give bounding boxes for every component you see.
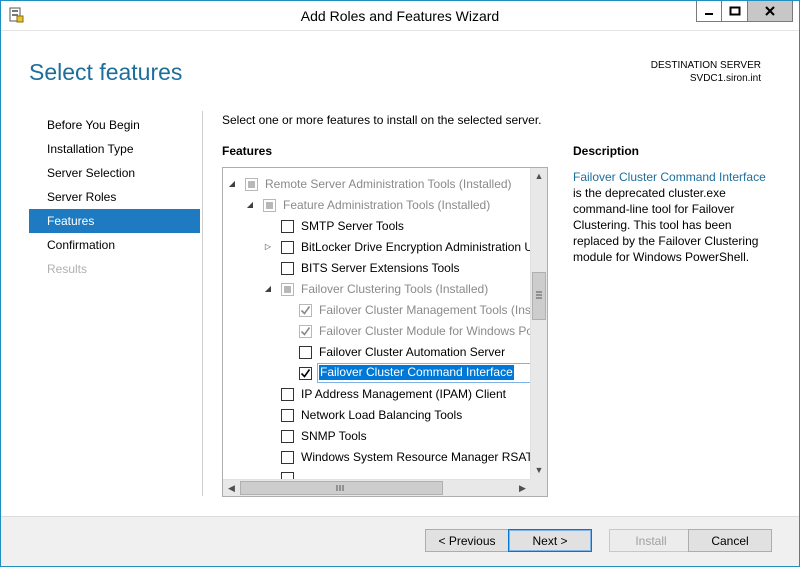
vertical-scrollbar[interactable]: ▲ ▼ (530, 168, 547, 479)
tree-row[interactable]: SMTP Server Tools (223, 216, 531, 237)
maximize-button[interactable] (722, 1, 748, 22)
feature-label: Failover Cluster Management Tools (Inst (319, 303, 531, 317)
feature-checkbox[interactable] (299, 346, 312, 359)
maximize-icon (729, 6, 740, 16)
grip-icon (536, 291, 542, 299)
nav-item-features[interactable]: Features (29, 209, 200, 233)
feature-label: SNMP Tools (301, 429, 367, 443)
title-bar[interactable]: Add Roles and Features Wizard (1, 1, 799, 31)
description-body: is the deprecated cluster.exe command-li… (573, 186, 759, 264)
feature-label: BITS Server Extensions Tools (301, 261, 460, 275)
grip-icon (336, 485, 344, 491)
feature-checkbox[interactable] (281, 451, 294, 464)
window-controls (696, 1, 793, 23)
feature-checkbox[interactable] (281, 409, 294, 422)
destination-server-value: SVDC1.siron.int (689, 73, 761, 84)
wizard-steps-nav: Before You Begin Installation Type Serve… (29, 113, 200, 281)
window-title: Add Roles and Features Wizard (300, 8, 500, 24)
previous-button[interactable]: < Previous (425, 529, 509, 552)
nav-item-confirmation[interactable]: Confirmation (29, 233, 200, 257)
nav-item-results: Results (47, 262, 88, 276)
feature-checkbox[interactable] (281, 388, 294, 401)
close-icon (765, 6, 775, 16)
feature-checkbox[interactable] (299, 304, 312, 317)
page-title: Select features (29, 59, 183, 85)
tree-row[interactable]: Network Load Balancing Tools (223, 405, 531, 426)
horizontal-scroll-thumb[interactable] (240, 481, 443, 495)
feature-label: Failover Clustering Tools (Installed) (301, 282, 489, 296)
features-tree[interactable]: ◢ Remote Server Administration Tools (Ins… (222, 167, 548, 497)
install-button: Install (609, 529, 693, 552)
feature-label: Failover Cluster Command Interface (319, 365, 514, 380)
tree-row[interactable]: IP Address Management (IPAM) Client (223, 384, 531, 405)
feature-checkbox[interactable] (281, 283, 294, 296)
checkmark-icon (300, 306, 311, 315)
feature-label: Network Load Balancing Tools (301, 408, 463, 422)
feature-checkbox[interactable] (281, 430, 294, 443)
tree-row[interactable]: ◢ Feature Administration Tools (Installed… (223, 195, 531, 216)
feature-checkbox[interactable] (281, 220, 294, 233)
scroll-down-icon[interactable]: ▼ (531, 462, 547, 479)
destination-server-label: DESTINATION SERVER (650, 60, 761, 71)
features-heading: Features (222, 144, 273, 158)
collapsed-arrow-icon[interactable]: ▷ (263, 242, 273, 252)
minimize-button[interactable] (696, 1, 722, 22)
expanded-arrow-icon[interactable]: ◢ (245, 200, 255, 210)
next-button[interactable]: Next > (508, 529, 592, 552)
tree-row[interactable]: ▷ BitLocker Drive Encryption Administrati… (223, 237, 531, 258)
feature-checkbox[interactable] (281, 262, 294, 275)
feature-label: Feature Administration Tools (Installed) (283, 198, 491, 212)
checkmark-icon (300, 369, 311, 378)
features-tree-rows: ◢ Remote Server Administration Tools (Ins… (223, 174, 531, 482)
scrollbar-corner (530, 479, 547, 496)
feature-checkbox[interactable] (245, 178, 258, 191)
minimize-icon (705, 13, 713, 15)
description-heading: Description (573, 144, 640, 158)
wizard-footer: < Previous Next > Install Cancel (1, 516, 799, 566)
feature-checkbox[interactable] (263, 199, 276, 212)
feature-label: SMTP Server Tools (301, 219, 404, 233)
nav-item-server-selection[interactable]: Server Selection (29, 161, 200, 185)
tree-row[interactable]: BITS Server Extensions Tools (223, 258, 531, 279)
tree-row[interactable]: Failover Cluster Command Interface (223, 363, 531, 384)
description-feature-name: Failover Cluster Command Interface (573, 170, 766, 184)
expanded-arrow-icon[interactable]: ◢ (227, 179, 237, 189)
tree-row[interactable]: ◢ Remote Server Administration Tools (Ins… (223, 174, 531, 195)
feature-label: Windows System Resource Manager RSAT (301, 450, 531, 464)
expanded-arrow-icon[interactable]: ◢ (263, 284, 273, 294)
feature-checkbox[interactable] (281, 241, 294, 254)
destination-server: DESTINATION SERVER SVDC1.siron.int (651, 59, 761, 85)
nav-item-before-you-begin[interactable]: Before You Begin (29, 113, 200, 137)
description-text: Failover Cluster Command Interface is th… (573, 169, 773, 265)
nav-item-installation-type[interactable]: Installation Type (29, 137, 200, 161)
horizontal-scrollbar[interactable]: ◀ ▶ (223, 479, 531, 496)
scroll-left-icon[interactable]: ◀ (223, 480, 240, 496)
tree-row[interactable]: Windows System Resource Manager RSAT (223, 447, 531, 468)
tree-row[interactable]: Failover Cluster Automation Server (223, 342, 531, 363)
feature-label: BitLocker Drive Encryption Administratio… (301, 240, 531, 254)
wizard-window: Add Roles and Features Wizard Select fea… (0, 0, 800, 567)
checkmark-icon (300, 327, 311, 336)
tree-row[interactable]: Failover Cluster Module for Windows Po (223, 321, 531, 342)
feature-label: Remote Server Administration Tools (Inst… (265, 177, 512, 191)
nav-item-server-roles[interactable]: Server Roles (29, 185, 200, 209)
instructions-text: Select one or more features to install o… (222, 113, 542, 127)
tree-row[interactable]: SNMP Tools (223, 426, 531, 447)
feature-label: IP Address Management (IPAM) Client (301, 387, 506, 401)
tree-row[interactable]: Failover Cluster Management Tools (Inst (223, 300, 531, 321)
scroll-right-icon[interactable]: ▶ (514, 480, 531, 496)
vertical-scroll-thumb[interactable] (532, 272, 546, 320)
tree-row[interactable]: ◢ Failover Clustering Tools (Installed) (223, 279, 531, 300)
feature-checkbox[interactable] (299, 367, 312, 380)
nav-divider (202, 111, 203, 496)
close-button[interactable] (748, 1, 793, 22)
feature-checkbox[interactable] (299, 325, 312, 338)
feature-label: Failover Cluster Automation Server (319, 345, 506, 359)
feature-label: Failover Cluster Module for Windows Po (319, 324, 531, 338)
scroll-up-icon[interactable]: ▲ (531, 168, 547, 185)
cancel-button[interactable]: Cancel (688, 529, 772, 552)
